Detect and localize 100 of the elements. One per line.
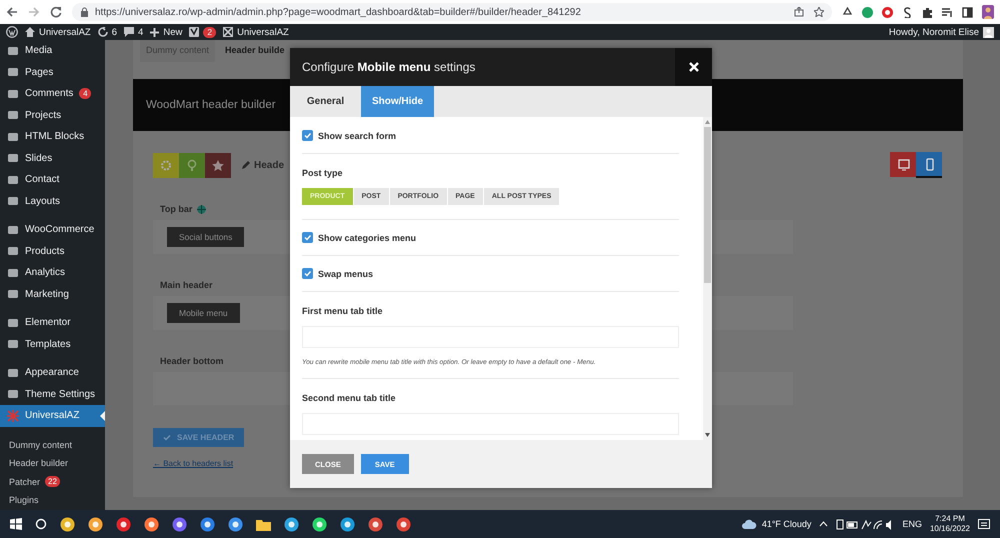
app-icon[interactable] (200, 516, 215, 532)
sidebar-item[interactable]: Comments 4 (0, 83, 105, 104)
language-indicator[interactable]: ENG (902, 519, 922, 529)
scrollbar[interactable] (703, 117, 712, 440)
menu-item-icon (7, 388, 19, 400)
sidebar-item[interactable]: Projects (0, 104, 105, 126)
item-label: Products (25, 246, 64, 257)
header-name: Heade (254, 160, 284, 170)
app-icon[interactable] (396, 516, 411, 532)
element-button[interactable]: Social buttons (167, 227, 244, 247)
tab[interactable]: General (290, 86, 361, 117)
wordpress-logo-icon[interactable] (6, 26, 18, 38)
app-icon[interactable] (144, 516, 159, 532)
tab[interactable]: Header builde (219, 40, 291, 62)
sidebar-item[interactable]: Products (0, 240, 105, 262)
item-label: Media (25, 45, 52, 56)
item-label: Patcher (9, 476, 40, 487)
app-icon[interactable] (228, 516, 243, 532)
updates-link[interactable]: 6 (98, 26, 118, 38)
lock-icon (80, 7, 89, 17)
app-icon[interactable] (60, 516, 75, 532)
caret-up-icon[interactable] (819, 521, 828, 527)
date-text: 10/16/2022 (930, 524, 970, 534)
checkbox[interactable] (302, 130, 313, 141)
item-label: Projects (25, 110, 62, 121)
desktop-view-button[interactable] (890, 152, 916, 178)
app-icon[interactable] (172, 516, 187, 532)
address-bar[interactable]: https://universalaz.ro/wp-admin/admin.php?page=woodmart_dashboard&tab=builder#/builder/header_841292 (72, 3, 832, 21)
sidebar-item[interactable]: Media (0, 40, 105, 62)
notification-icon[interactable] (978, 518, 990, 530)
star-icon[interactable] (814, 7, 824, 17)
site-link[interactable]: UniversalAZ (25, 26, 91, 38)
sidebar-toggle-icon[interactable] (962, 6, 973, 18)
checkbox[interactable] (302, 268, 313, 279)
row-label: Main header (160, 280, 213, 290)
app-icon[interactable] (368, 516, 383, 532)
sidebar-item[interactable]: Pages (0, 62, 105, 83)
sidebar-item[interactable]: Elementor (0, 312, 105, 334)
submenu-item[interactable]: Plugins (0, 491, 105, 510)
checkbox-label: Show search form (318, 130, 396, 140)
submenu-item[interactable]: Header builder (0, 454, 105, 472)
sidebar-item[interactable]: Layouts (0, 190, 105, 212)
extension-icon[interactable] (902, 6, 913, 18)
menu-item-icon (7, 245, 19, 258)
reload-icon[interactable] (50, 6, 62, 18)
sidebar-item[interactable]: Templates (0, 334, 105, 355)
clock[interactable]: 7:24 PM 10/16/2022 (930, 514, 970, 534)
folder-icon[interactable] (256, 518, 271, 530)
windows-start-icon[interactable] (10, 518, 22, 530)
pencil-icon (241, 160, 250, 170)
item-label: Comments (25, 88, 74, 100)
app-icon[interactable] (116, 516, 131, 532)
menu-item-icon (7, 316, 19, 329)
menu-item-icon (7, 266, 19, 279)
app-icon[interactable] (312, 516, 327, 532)
submenu-item[interactable]: Patcher 22 (0, 472, 105, 491)
sidebar-item[interactable]: HTML Blocks (0, 126, 105, 148)
row-label: Header bottom (160, 356, 224, 366)
sidebar-item[interactable]: Slides (0, 148, 105, 169)
app-icon[interactable] (284, 516, 299, 532)
menu-item-icon (7, 288, 19, 300)
theme-link[interactable]: UniversalAZ (223, 26, 289, 38)
app-icon[interactable] (340, 516, 355, 532)
row-label: Top bar (160, 204, 192, 214)
profile-avatar[interactable] (982, 5, 994, 19)
sidebar-item[interactable]: Appearance (0, 362, 105, 384)
new-link[interactable]: New (150, 26, 182, 38)
back-arrow-icon[interactable] (6, 6, 18, 18)
count-badge: 22 (45, 476, 60, 488)
menu-item-icon (7, 152, 19, 164)
sidebar-item[interactable]: Analytics (0, 262, 105, 284)
account-link[interactable]: Howdy, Noromit Elise (888, 26, 994, 38)
weather-widget[interactable]: 41°F Cloudy (740, 519, 812, 529)
sidebar-item[interactable]: Marketing (0, 284, 105, 305)
close-button[interactable] (675, 48, 712, 86)
element-button[interactable]: Mobile menu (167, 303, 240, 323)
submenu-item[interactable]: Dummy content (0, 436, 105, 454)
seo-link[interactable]: 2 (189, 26, 216, 38)
menu-item-icon (7, 195, 19, 208)
sidebar-item[interactable]: Theme Settings (0, 384, 105, 405)
cloud-icon (740, 519, 757, 529)
item-label: Marketing (25, 288, 69, 300)
comments-link[interactable]: 4 (124, 26, 144, 38)
share-icon[interactable] (794, 7, 804, 17)
app-icon[interactable] (88, 516, 103, 532)
checkbox[interactable] (302, 232, 313, 243)
dialog-title: Configure Mobile menu settings (301, 60, 476, 74)
sidebar-item[interactable]: UniversalAZ (0, 405, 105, 426)
menu-item-icon (7, 224, 19, 236)
speech-bubble-icon (124, 27, 134, 37)
sidebar-item[interactable]: Contact (0, 169, 105, 190)
field-label: Post type (302, 168, 344, 178)
sidebar-item[interactable]: WooCommerce (0, 219, 105, 240)
playlist-icon[interactable] (942, 6, 953, 18)
mobile-view-button[interactable] (916, 152, 942, 178)
menu-item-icon (7, 66, 19, 78)
search-icon[interactable] (35, 518, 47, 530)
puzzle-icon[interactable] (922, 6, 933, 18)
item-label: Pages (25, 66, 54, 78)
item-label: Analytics (25, 267, 66, 278)
